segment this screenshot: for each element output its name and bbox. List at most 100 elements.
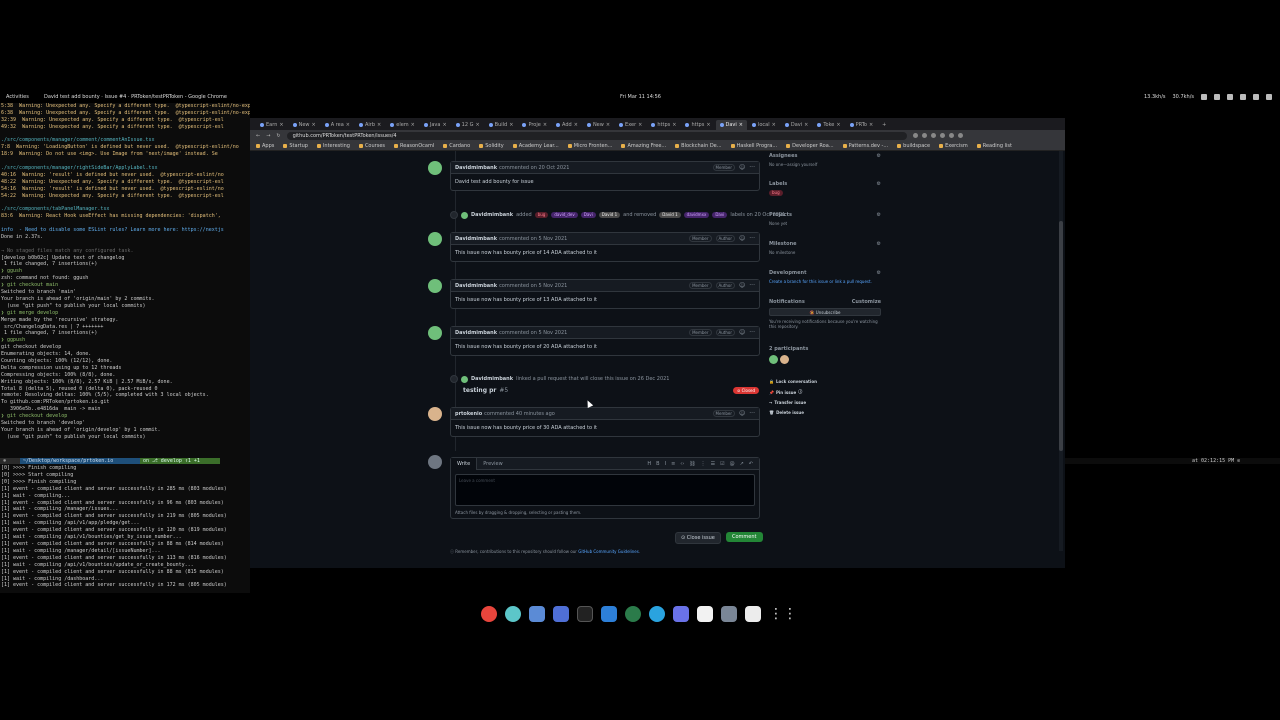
back-icon[interactable]: ← — [256, 133, 260, 139]
label-chip[interactable]: bug — [769, 190, 783, 196]
emoji-icon[interactable]: ☺ — [739, 329, 745, 336]
browser-tab[interactable]: Add × — [552, 120, 582, 130]
chrome-icon[interactable] — [481, 606, 497, 622]
development-value[interactable]: Create a branch for this issue or link a… — [769, 279, 881, 284]
label-chip[interactable]: davidmxx — [683, 212, 710, 218]
emoji-icon[interactable]: ☺ — [739, 282, 745, 289]
activities-button[interactable]: Activities — [6, 94, 29, 100]
bookmark-item[interactable]: Blockchain De... — [675, 143, 722, 149]
close-tab-icon[interactable]: × — [869, 122, 873, 128]
italic-icon[interactable]: I — [665, 461, 666, 467]
scrollbar-thumb[interactable] — [1059, 221, 1063, 451]
bullet-list-icon[interactable]: ⋮ — [701, 461, 706, 467]
close-issue-button[interactable]: ⊙ Close issue — [675, 532, 721, 544]
browser-tab[interactable]: Earn × — [256, 120, 288, 130]
quote-icon[interactable]: ≡ — [671, 461, 675, 467]
extension-icon[interactable] — [930, 133, 936, 138]
participant-avatar[interactable] — [780, 355, 789, 364]
bookmark-item[interactable]: Reading list — [976, 143, 1012, 149]
bookmark-item[interactable]: Apps — [256, 143, 274, 149]
projects-title[interactable]: Projects — [769, 212, 792, 218]
close-tab-icon[interactable]: × — [804, 122, 808, 128]
tray-icon[interactable] — [1201, 94, 1207, 100]
linked-pr[interactable]: testing pr #5 — [463, 387, 508, 394]
avatar[interactable] — [428, 279, 442, 293]
bookmark-item[interactable]: buildspace — [897, 143, 930, 149]
browser-tab[interactable]: https × — [647, 120, 680, 130]
system-tray[interactable]: 13.3kh/s 30.7kh/s — [1144, 94, 1272, 100]
delete-issue-link[interactable]: 🗑 Delete issue — [769, 410, 881, 415]
close-tab-icon[interactable]: × — [311, 122, 315, 128]
more-options-icon[interactable]: ··· — [749, 235, 755, 242]
gear-icon[interactable]: ⚙ — [877, 181, 881, 187]
extension-icon[interactable] — [912, 133, 918, 138]
browser-tab[interactable]: 12 G × — [452, 120, 484, 130]
avatar[interactable] — [428, 232, 442, 246]
close-tab-icon[interactable]: × — [411, 122, 415, 128]
comment-timestamp[interactable]: commented on 5 Nov 2021 — [499, 330, 567, 336]
assignees-title[interactable]: Assignees — [769, 153, 797, 159]
close-tab-icon[interactable]: × — [543, 122, 547, 128]
comment-timestamp[interactable]: commented on 20 Oct 2021 — [499, 165, 569, 171]
bookmark-item[interactable]: Solidity — [479, 143, 504, 149]
bookmark-item[interactable]: Haskell Progra... — [730, 143, 777, 149]
extensions-area[interactable] — [912, 133, 963, 138]
browser-tab[interactable]: Airb × — [355, 120, 385, 130]
event-author[interactable]: Davidmimbank — [471, 212, 513, 218]
address-bar-row[interactable]: ← → ↻ github.com/PRToken/testPRToken/iss… — [250, 130, 1065, 141]
attach-files-hint[interactable]: Attach files by dragging & dropping, sel… — [451, 510, 759, 515]
tab-strip[interactable]: Earn × New × A rea × Airb × elem × Java × 12 G × Build… — [250, 118, 1065, 130]
app-grid-icon[interactable]: ⋮⋮ — [769, 606, 797, 622]
task-list-icon[interactable]: ☑ — [720, 461, 724, 467]
label-chip[interactable]: david_dev — [551, 212, 578, 218]
bookmark-item[interactable]: ReasonOcaml — [394, 143, 434, 149]
heading-icon[interactable]: H — [647, 461, 651, 467]
guidelines-link[interactable]: GitHub Community Guidelines — [578, 549, 639, 554]
gear-icon[interactable]: ⚙ — [877, 241, 881, 247]
gitkraken-icon[interactable] — [625, 606, 641, 622]
settings-icon[interactable] — [721, 606, 737, 622]
gear-icon[interactable]: ⚙ — [877, 212, 881, 218]
comment-timestamp[interactable]: commented on 5 Nov 2021 — [499, 236, 567, 242]
close-tab-icon[interactable]: × — [346, 122, 350, 128]
code-icon[interactable]: ‹› — [680, 461, 684, 467]
page-scrollbar[interactable] — [1059, 151, 1063, 551]
avatar[interactable] — [461, 375, 468, 383]
forward-icon[interactable]: → — [266, 133, 270, 139]
bookmark-item[interactable]: Interesting — [316, 143, 350, 149]
avatar[interactable] — [428, 407, 442, 421]
browser-tab[interactable]: New × — [289, 120, 320, 130]
slack-icon[interactable] — [697, 606, 713, 622]
bookmark-item[interactable]: Amazing Free... — [621, 143, 666, 149]
battery-icon[interactable] — [1266, 94, 1272, 100]
close-tab-icon[interactable]: × — [279, 122, 283, 128]
close-tab-icon[interactable]: × — [706, 122, 710, 128]
comment-author[interactable]: Davidmimbank — [455, 330, 497, 336]
wifi-icon[interactable] — [1240, 94, 1246, 100]
browser-tab[interactable]: https × — [681, 120, 714, 130]
clock[interactable]: Fri Mar 11 14:56 — [620, 94, 661, 100]
development-title[interactable]: Development — [769, 270, 806, 276]
tray-icon[interactable] — [1214, 94, 1220, 100]
browser-tab[interactable]: A rea × — [321, 120, 354, 130]
browser-tab[interactable]: elem × — [386, 120, 419, 130]
more-options-icon[interactable]: ··· — [749, 282, 755, 289]
customize-link[interactable]: Customize — [852, 299, 881, 305]
close-tab-icon[interactable]: × — [606, 122, 610, 128]
bookmark-item[interactable]: Cardano — [443, 143, 470, 149]
browser-tab[interactable]: Davi × — [781, 120, 812, 130]
profile-icon[interactable] — [957, 133, 963, 138]
close-tab-icon[interactable]: × — [836, 122, 840, 128]
more-options-icon[interactable]: ··· — [749, 329, 755, 336]
extension-icon[interactable] — [921, 133, 927, 138]
milestone-title[interactable]: Milestone — [769, 241, 797, 247]
tray-icon[interactable] — [1227, 94, 1233, 100]
comment-timestamp[interactable]: commented on 5 Nov 2021 — [499, 283, 567, 289]
emoji-icon[interactable]: ☺ — [739, 164, 745, 171]
pr-title[interactable]: testing pr — [463, 387, 496, 394]
reference-icon[interactable]: ↗ — [740, 461, 744, 467]
vscode-icon[interactable] — [601, 606, 617, 622]
tab-write[interactable]: Write — [451, 457, 478, 470]
unsubscribe-button[interactable]: 🔕 Unsubscribe — [769, 308, 881, 316]
comment-author[interactable]: prtokenio — [455, 411, 482, 417]
